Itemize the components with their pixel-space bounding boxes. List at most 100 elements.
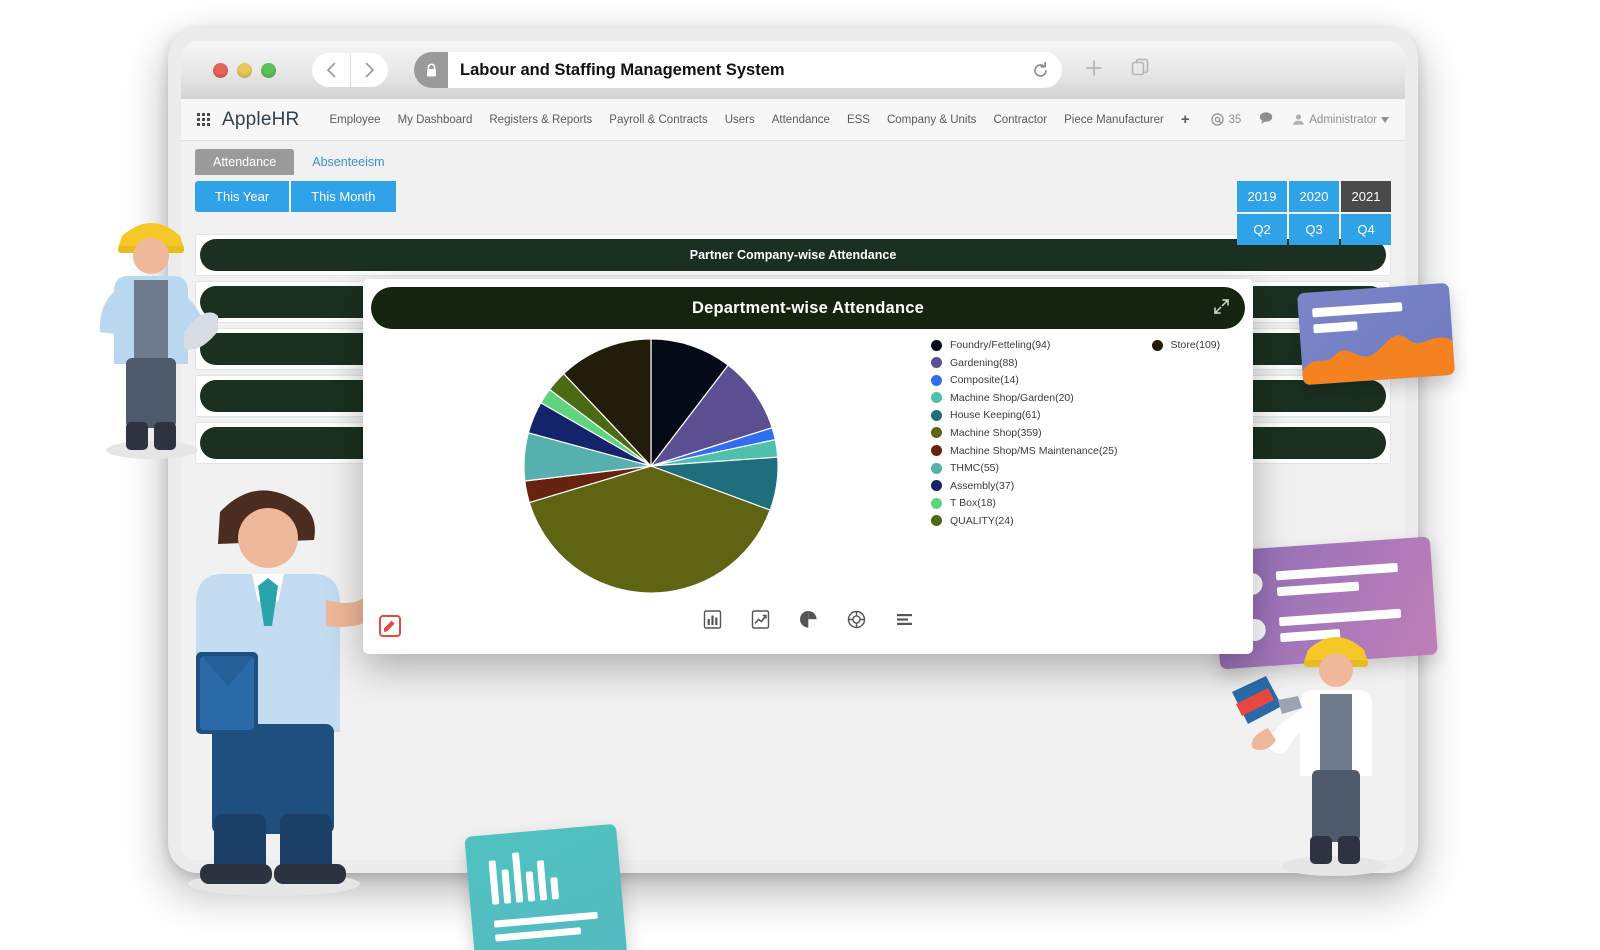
pie-chart[interactable] [518,333,784,599]
address-bar[interactable]: Labour and Staffing Management System [414,52,1062,88]
chat-bubble-icon [1260,112,1273,124]
main-navigation: Employee My Dashboard Registers & Report… [329,111,1189,128]
expand-arrows-icon [1214,299,1229,314]
modal-body: Foundry/Fetteling(94) Gardening(88) Compos… [371,329,1245,599]
legend-item[interactable]: Composite(14) [931,374,1118,386]
legend-swatch-icon [931,392,942,404]
legend-item[interactable]: T Box(18) [931,497,1118,509]
nav-item-company-units[interactable]: Company & Units [887,114,976,126]
legend-swatch-icon [931,445,942,457]
lock-icon [426,63,436,76]
legend-item[interactable]: Assembly(37) [931,480,1118,492]
forward-button[interactable] [350,53,388,87]
year-2021[interactable]: 2021 [1341,181,1391,212]
nav-item-contractor[interactable]: Contractor [993,114,1047,126]
copy-tabs-icon [1131,58,1149,75]
legend-item[interactable]: Foundry/Fetteling(94) [931,339,1118,351]
legend-item[interactable]: House Keeping(61) [931,409,1118,421]
page-title: Labour and Staffing Management System [460,60,785,79]
year-2019[interactable]: 2019 [1237,181,1287,212]
at-mention-icon [1211,113,1225,126]
legend-swatch-icon [931,357,942,369]
list-view-icon[interactable] [893,608,915,630]
legend-label: Gardening(88) [950,356,1018,369]
nav-item-users[interactable]: Users [725,114,755,126]
filter-this-month[interactable]: This Month [291,181,396,212]
quarter-row: Q2 Q3 Q4 [1237,214,1391,245]
legend-item[interactable]: Machine Shop/MS Maintenance(25) [931,445,1118,457]
back-button[interactable] [312,53,350,87]
nav-item-payroll-contracts[interactable]: Payroll & Contracts [609,114,707,126]
chart-modal: Department-wise Attendance Foundry/Fette… [363,279,1253,654]
user-icon [1293,114,1305,125]
legend-label: Foundry/Fetteling(94) [950,339,1051,351]
illustration-worker-left [99,223,218,459]
legend-label: Composite(14) [950,374,1019,387]
user-menu[interactable]: Administrator [1292,113,1389,126]
nav-item-attendance[interactable]: Attendance [772,114,830,126]
pie-chart-area [371,333,931,599]
site-security-indicator [414,52,448,88]
add-menu-button[interactable]: + [1181,111,1190,128]
reload-button[interactable] [1018,61,1062,79]
chevron-left-icon [326,62,335,78]
new-tab-button[interactable] [1084,58,1104,83]
legend-label: House Keeping(61) [950,409,1041,422]
year-2020[interactable]: 2020 [1289,181,1339,212]
legend-item[interactable]: THMC(55) [931,462,1118,474]
line-chart-icon[interactable] [749,608,771,630]
bar-chart-icon[interactable] [701,608,723,630]
legend-swatch-icon [931,427,942,439]
notifications-badge[interactable]: 35 [1211,113,1241,126]
modal-title: Department-wise Attendance [692,298,924,317]
minimize-window-button[interactable] [237,62,252,78]
illustration-worker-right [1232,637,1386,876]
chevron-right-icon [365,62,375,78]
legend-item[interactable]: Machine Shop(359) [931,427,1118,439]
legend-label: Assembly(37) [950,479,1015,492]
nav-item-registers-reports[interactable]: Registers & Reports [489,114,592,126]
caret-down-icon [1381,116,1389,123]
tab-attendance[interactable]: Attendance [195,149,295,175]
quarter-q2[interactable]: Q2 [1237,214,1287,245]
legend-swatch-icon [931,462,942,474]
quarter-q3[interactable]: Q3 [1289,214,1339,245]
nav-item-piece-manufacturer[interactable]: Piece Manufacturer [1064,114,1164,126]
legend-item[interactable]: Store(109) [1151,339,1221,351]
decorative-area-chart-card [1296,282,1456,386]
pie-chart-icon[interactable] [797,608,819,630]
legend-item[interactable]: QUALITY(24) [931,515,1118,527]
navigation-buttons [312,53,388,87]
radar-chart-icon[interactable] [845,608,867,630]
expand-button[interactable] [1214,299,1229,317]
modal-header: Department-wise Attendance [371,287,1245,329]
panel-partner-company: Partner Company-wise Attendance [200,239,1386,271]
legend-swatch-icon [1151,339,1163,351]
decorative-bar-card [464,823,632,950]
year-row: 2019 2020 2021 [1237,181,1391,212]
quarter-q4[interactable]: Q4 [1341,214,1391,245]
edit-chart-button[interactable] [379,615,401,637]
legend-label: THMC(55) [950,462,999,475]
legend-label: T Box(18) [950,497,996,510]
brand-logo[interactable]: AppleHR [222,109,299,131]
chart-legend: Foundry/Fetteling(94) Gardening(88) Compos… [931,333,1245,599]
legend-column-primary: Foundry/Fetteling(94) Gardening(88) Compos… [931,339,1118,599]
chat-button[interactable] [1259,111,1274,128]
close-window-button[interactable] [213,62,228,78]
show-tabs-button[interactable] [1130,58,1150,83]
maximize-window-button[interactable] [261,62,276,78]
tab-absenteeism[interactable]: Absenteeism [294,149,402,175]
legend-swatch-icon [931,480,942,492]
legend-label: Store(109) [1170,339,1221,351]
nav-item-ess[interactable]: ESS [847,114,870,126]
period-selector-grid: 2019 2020 2021 Q2 Q3 Q4 [1237,181,1391,247]
legend-item[interactable]: Gardening(88) [931,357,1118,369]
app-grid-icon[interactable] [197,113,210,126]
nav-item-employee[interactable]: Employee [329,114,380,126]
legend-item[interactable]: Machine Shop/Garden(20) [931,392,1118,404]
period-filter-buttons: This Year This Month [181,175,1405,212]
nav-item-my-dashboard[interactable]: My Dashboard [398,114,473,126]
window-controls[interactable] [213,62,276,78]
panel-row[interactable]: Partner Company-wise Attendance [195,234,1391,276]
